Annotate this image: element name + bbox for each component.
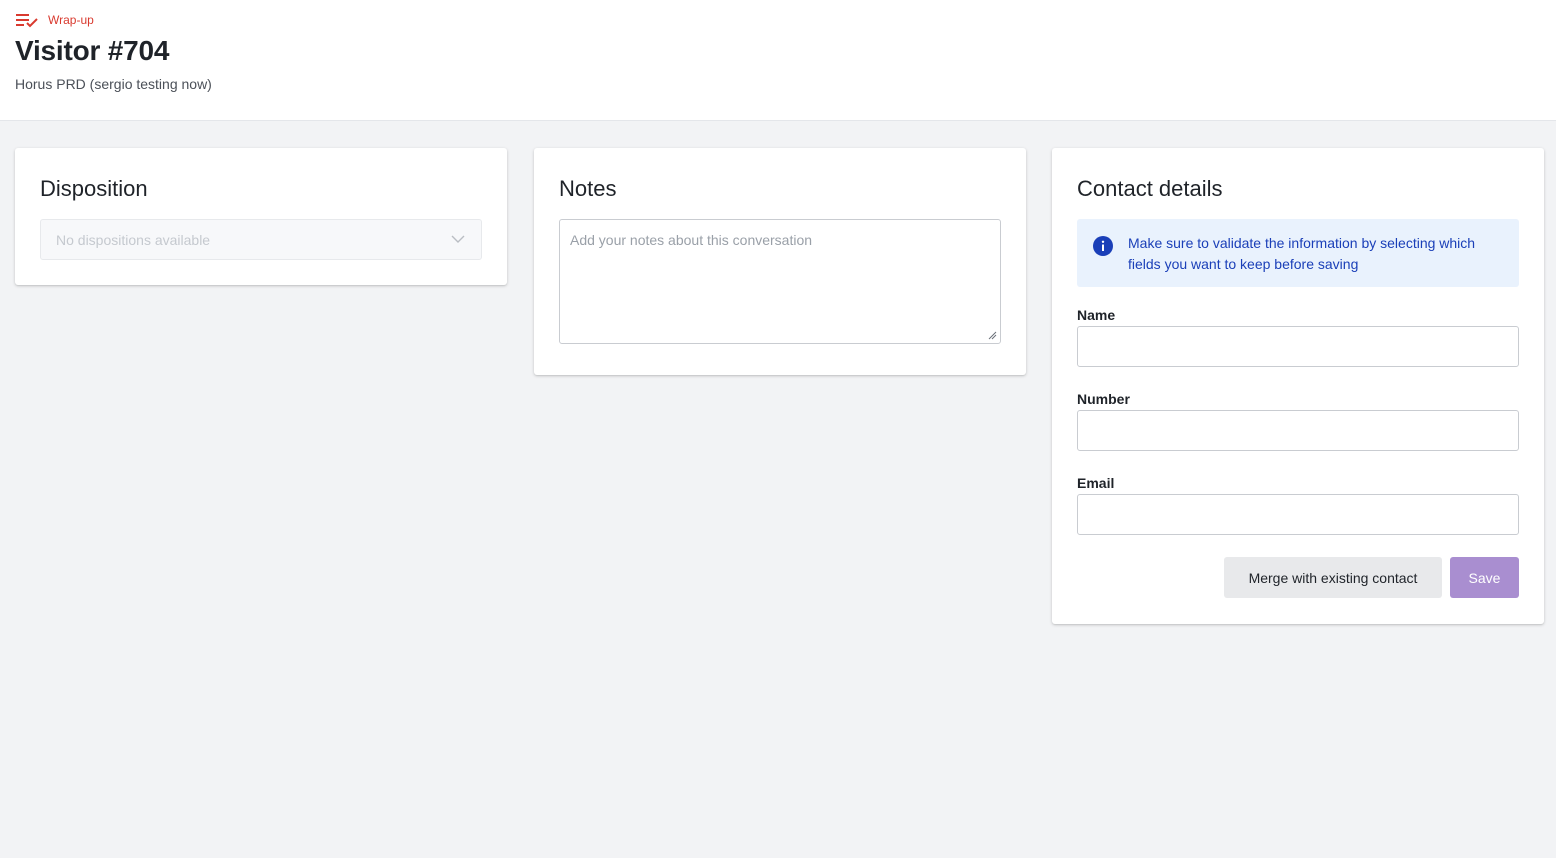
number-label: Number [1077, 391, 1130, 407]
breadcrumb: Wrap-up [16, 12, 94, 28]
page-header: Wrap-up Visitor #704 Horus PRD (sergio t… [0, 0, 1556, 121]
notes-title: Notes [559, 176, 617, 201]
email-field[interactable] [1077, 494, 1519, 535]
disposition-select-value: No dispositions available [56, 231, 211, 248]
contact-details-title: Contact details [1077, 176, 1223, 201]
name-field[interactable] [1077, 326, 1519, 367]
info-icon [1093, 236, 1113, 256]
email-label: Email [1077, 475, 1115, 491]
chevron-down-icon [451, 235, 465, 243]
notes-placeholder: Add your notes about this conversation [570, 232, 813, 248]
notes-textarea[interactable]: Add your notes about this conversation [559, 219, 1001, 344]
disposition-select[interactable]: No dispositions available [40, 219, 482, 260]
disposition-card: Disposition No dispositions available [15, 148, 507, 285]
wrap-up-icon [16, 14, 38, 28]
page-title: Visitor #704 [15, 35, 170, 66]
name-label: Name [1077, 307, 1116, 323]
breadcrumb-label: Wrap-up [48, 13, 94, 27]
disposition-title: Disposition [40, 176, 148, 201]
resize-handle-icon[interactable] [987, 330, 997, 340]
number-field[interactable] [1077, 410, 1519, 451]
info-banner: Make sure to validate the information by… [1077, 219, 1519, 287]
merge-contact-button[interactable]: Merge with existing contact [1224, 557, 1442, 598]
save-button[interactable]: Save [1450, 557, 1519, 598]
page-subtitle: Horus PRD (sergio testing now) [15, 76, 212, 92]
contact-details-card: Contact details Make sure to validate th… [1052, 148, 1544, 624]
info-text: Make sure to validate the information by… [1128, 235, 1476, 272]
notes-card: Notes Add your notes about this conversa… [534, 148, 1026, 375]
